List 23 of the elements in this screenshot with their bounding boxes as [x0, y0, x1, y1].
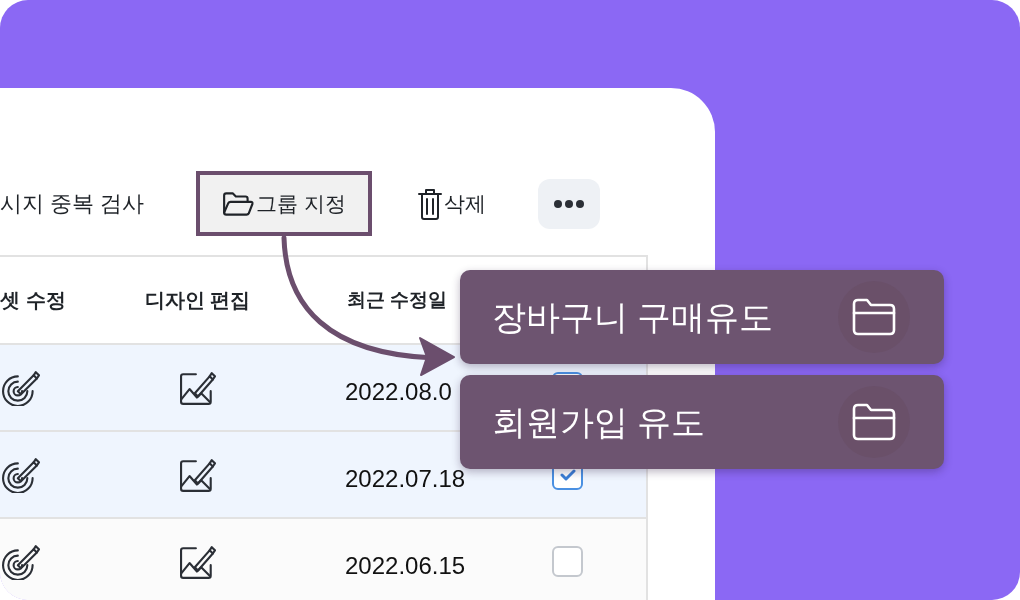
trash-icon	[418, 187, 442, 220]
checkbox[interactable]	[552, 546, 583, 577]
table-cell: 2022.06.15	[345, 551, 466, 580]
group-assign-button[interactable]: 그룹 지정	[196, 171, 372, 236]
column-header: 셋 수정	[0, 288, 66, 313]
target-pencil-icon	[2, 369, 40, 406]
delete-button[interactable]: 삭제	[418, 187, 486, 220]
table-cell: 2022.08.0	[345, 377, 452, 406]
image-edit-icon	[179, 369, 216, 406]
image-edit-icon	[179, 543, 216, 580]
target-pencil-icon	[2, 456, 40, 493]
image-edit-icon	[179, 456, 216, 493]
check-icon	[559, 468, 576, 481]
group-popup-menu[interactable]: 회원가입 유도	[460, 375, 944, 469]
folder-icon	[222, 190, 255, 217]
group-popup-menu[interactable]: 장바구니 구매유도	[460, 270, 944, 364]
column-header: 디자인 편집	[144, 288, 251, 313]
more-icon	[554, 199, 584, 208]
more-button[interactable]	[538, 178, 600, 229]
target-pencil-icon	[2, 543, 40, 580]
column-header: 최근 수정일	[347, 287, 448, 312]
duplicate-check-label[interactable]: 시지 중복 검사	[0, 187, 145, 220]
table-row[interactable]: 2022.06.15	[0, 519, 646, 600]
